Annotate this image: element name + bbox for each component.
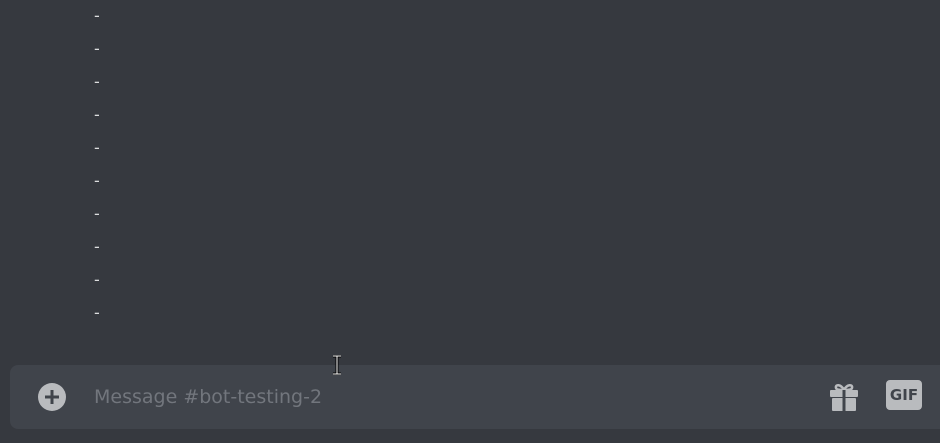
message-list: - - - - - - - - - - xyxy=(0,0,940,340)
message-line: - xyxy=(94,39,100,58)
message-line: - xyxy=(94,237,100,256)
message-line: - xyxy=(94,105,100,124)
message-line: - xyxy=(94,303,100,322)
message-input[interactable] xyxy=(94,381,794,413)
gift-icon xyxy=(830,384,858,411)
plus-circle-icon xyxy=(45,390,59,404)
message-line: - xyxy=(94,204,100,223)
gif-button[interactable]: GIF xyxy=(886,380,922,410)
chat-page: - - - - - - - - - - GIF xyxy=(0,0,940,443)
text-cursor-icon xyxy=(333,355,341,375)
message-line: - xyxy=(94,171,100,190)
message-composer: GIF xyxy=(10,365,940,429)
message-line: - xyxy=(94,270,100,289)
message-line: - xyxy=(94,6,100,25)
add-attachment-button[interactable] xyxy=(38,383,66,411)
message-line: - xyxy=(94,138,100,157)
message-line: - xyxy=(94,72,100,91)
gift-button[interactable] xyxy=(828,380,860,412)
